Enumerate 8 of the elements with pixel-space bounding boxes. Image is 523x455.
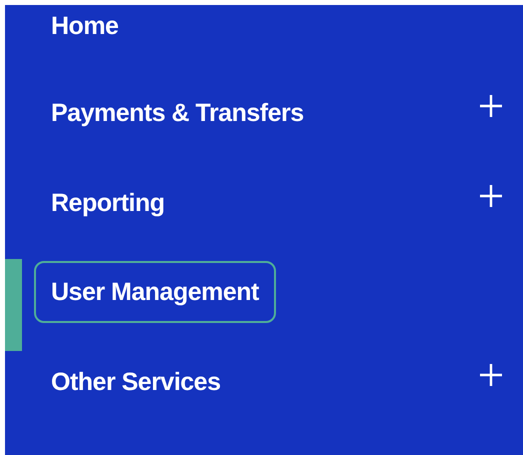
plus-icon[interactable]	[479, 184, 503, 208]
menu-item[interactable]: Other Services	[34, 351, 238, 414]
menu-item[interactable]: Home	[34, 0, 136, 57]
menu-item[interactable]: Payments & Transfers	[34, 82, 321, 144]
plus-icon[interactable]	[479, 363, 503, 388]
menu-item[interactable]: Reporting	[34, 172, 182, 234]
menu-item[interactable]: User Management	[34, 261, 276, 324]
plus-icon[interactable]	[479, 94, 503, 118]
